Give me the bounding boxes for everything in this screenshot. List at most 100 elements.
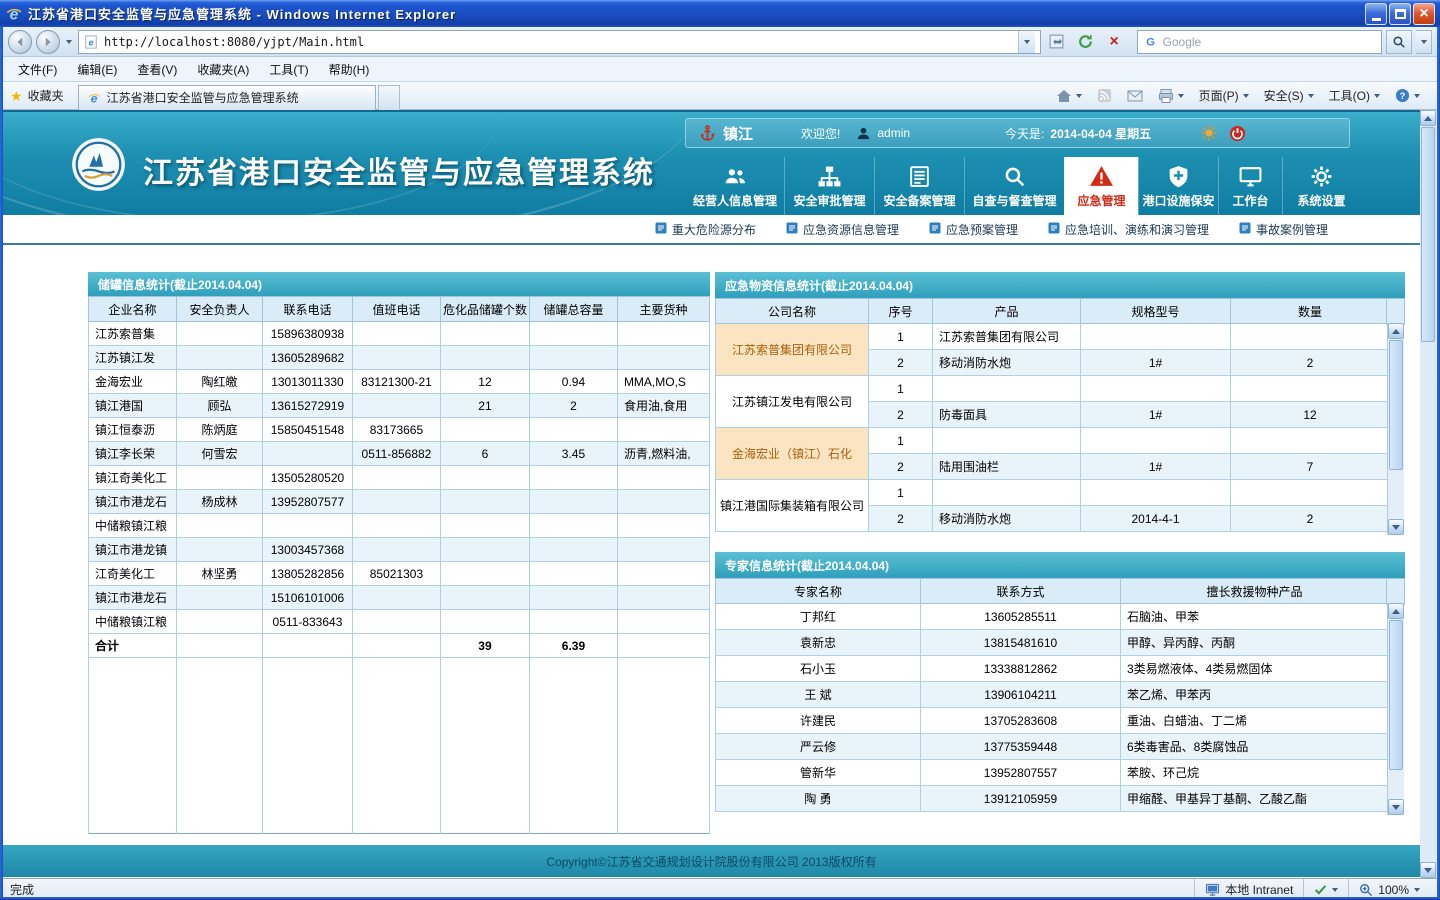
stop-button[interactable]: × [1102, 30, 1127, 54]
table-cell [440, 514, 529, 538]
table-row[interactable]: 镇江港国际集装箱有限公司1 [716, 480, 1390, 506]
page-menu-button[interactable]: 页面(P) [1193, 84, 1255, 107]
menu-item-5[interactable]: 工具(T) [259, 57, 318, 82]
zone-label: 本地 Intranet [1225, 881, 1293, 898]
scroll-up-button[interactable] [1388, 603, 1404, 619]
back-button[interactable] [8, 30, 32, 54]
scroll-up-button[interactable] [1420, 110, 1436, 126]
scroll-down-button[interactable] [1388, 799, 1404, 815]
table-row[interactable]: 王 斌13906104211苯乙烯、甲苯丙 [716, 682, 1389, 708]
scroll-thumb[interactable] [1389, 620, 1403, 770]
search-options-dropdown[interactable] [1416, 30, 1432, 54]
table-row[interactable]: 金海宏业（镇江）石化1 [716, 428, 1390, 454]
table-row[interactable]: 镇江港国顾弘13615272919212食用油,食用 [89, 394, 710, 418]
table-row[interactable]: 袁新忠13815481610甲醇、异丙醇、丙酮 [716, 630, 1389, 656]
scroll-down-button[interactable] [1420, 862, 1436, 878]
help-button[interactable]: ? [1389, 85, 1426, 106]
table-row[interactable]: 中储粮镇江粮 [89, 514, 710, 538]
scroll-down-button[interactable] [1388, 519, 1404, 535]
subnav-item-1[interactable]: 重大危险源分布 [655, 221, 756, 238]
computer-icon [1205, 882, 1220, 897]
table-row[interactable]: 镇江恒泰沥陈炳庭1585045154883173665 [89, 418, 710, 442]
scroll-up-button[interactable] [1388, 323, 1404, 339]
compatibility-button[interactable] [1045, 30, 1070, 54]
safety-menu-button[interactable]: 安全(S) [1258, 84, 1320, 107]
company-cell: 镇江港国际集装箱有限公司 [716, 480, 869, 532]
table-row[interactable]: 江苏镇江发13605289682 [89, 346, 710, 370]
home-button[interactable] [1050, 85, 1088, 107]
nav-item-4[interactable]: 自查与督查管理 [964, 157, 1064, 215]
address-input[interactable]: e http://localhost:8080/yjpt/Main.html [78, 30, 1041, 54]
table-row[interactable]: 管新华13952807557苯胺、环己烷 [716, 760, 1389, 786]
magnifier-icon [1002, 164, 1027, 189]
table-row[interactable]: 镇江市港龙镇13003457368 [89, 538, 710, 562]
column-header: 公司名称 [716, 299, 869, 324]
forward-button[interactable] [36, 30, 60, 54]
menu-item-1[interactable]: 文件(F) [8, 57, 67, 82]
svg-text:e: e [90, 91, 97, 105]
refresh-button[interactable] [1073, 30, 1098, 54]
scroll-thumb[interactable] [1421, 127, 1435, 342]
nav-item-5[interactable]: 应急管理 [1064, 157, 1138, 215]
menu-item-2[interactable]: 编辑(E) [67, 57, 127, 82]
table-row[interactable]: 合计396.39 [89, 634, 710, 658]
close-button[interactable]: × [1413, 3, 1435, 25]
window-frame [0, 27, 3, 900]
address-dropdown[interactable] [1018, 31, 1035, 53]
subnav-item-4[interactable]: 应急培训、演练和演习管理 [1048, 221, 1209, 238]
shield-icon [1166, 164, 1191, 189]
nav-item-8[interactable]: 系统设置 [1282, 157, 1360, 215]
minimize-button[interactable] [1365, 3, 1387, 25]
subnav-item-3[interactable]: 应急预案管理 [929, 221, 1018, 238]
specialty-cell: 甲醇、异丙醇、丙酮 [1121, 630, 1389, 656]
print-button[interactable] [1152, 85, 1190, 107]
table-row[interactable]: 江苏索普集团有限公司1江苏索普集团有限公司 [716, 324, 1390, 350]
table-row[interactable]: 镇江奇美化工13505280520 [89, 466, 710, 490]
table-row[interactable]: 镇江市港龙石杨成林13952807577 [89, 490, 710, 514]
nav-item-3[interactable]: 安全备案管理 [874, 157, 964, 215]
menu-item-4[interactable]: 收藏夹(A) [187, 57, 259, 82]
table-row[interactable]: 中储粮镇江粮0511-833643 [89, 610, 710, 634]
search-button[interactable] [1386, 30, 1413, 54]
theme-icon[interactable] [1201, 125, 1217, 141]
table-row[interactable]: 陶 勇13912105959甲缩醛、甲基异丁基酮、乙酸乙酯 [716, 786, 1389, 812]
scroll-thumb[interactable] [1389, 340, 1403, 470]
subnav-item-2[interactable]: 应急资源信息管理 [786, 221, 899, 238]
column-header: 安全负责人 [176, 297, 262, 322]
nav-item-7[interactable]: 工作台 [1218, 157, 1282, 215]
page-scrollbar[interactable] [1420, 110, 1437, 878]
history-dropdown[interactable] [66, 40, 72, 44]
search-input[interactable]: G Google [1137, 30, 1382, 54]
table-row[interactable]: 镇江市港龙石15106101006 [89, 586, 710, 610]
table-row[interactable]: 江苏镇江发电有限公司1 [716, 376, 1390, 402]
nav-item-2[interactable]: 安全审批管理 [784, 157, 874, 215]
column-header: 企业名称 [89, 297, 177, 322]
favorites-button[interactable]: ★收藏夹 [0, 87, 74, 104]
tools-menu-button[interactable]: 工具(O) [1323, 84, 1386, 107]
mail-button[interactable] [1121, 85, 1149, 107]
browser-tab[interactable]: e 江苏省港口安全监管与应急管理系统 [78, 85, 376, 110]
table-row[interactable]: 严云修137753594486类毒害品、8类腐蚀品 [716, 734, 1389, 760]
logout-icon[interactable] [1229, 125, 1246, 142]
nav-item-6[interactable]: 港口设施保安 [1138, 157, 1218, 215]
table-row[interactable]: 江苏索普集15896380938 [89, 322, 710, 346]
menu-item-3[interactable]: 查看(V) [127, 57, 187, 82]
anchor-icon [698, 124, 717, 143]
supplies-scrollbar[interactable] [1387, 323, 1404, 535]
column-header: 联系电话 [262, 297, 352, 322]
phone-cell: 13815481610 [921, 630, 1121, 656]
table-row[interactable]: 江奇美化工林坚勇1380528285685021303 [89, 562, 710, 586]
expert-name-cell: 陶 勇 [716, 786, 921, 812]
table-row[interactable]: 石小玉133388128623类易燃液体、4类易燃固体 [716, 656, 1389, 682]
table-row[interactable]: 镇江李长荣何雪宏0511-85688263.45沥青,燃料油, [89, 442, 710, 466]
table-row[interactable]: 许建民13705283608重油、白蜡油、丁二烯 [716, 708, 1389, 734]
feeds-button[interactable] [1091, 85, 1118, 106]
subnav-item-5[interactable]: 事故案例管理 [1239, 221, 1328, 238]
table-row[interactable]: 金海宏业陶红皦1301301133083121300-21120.94MMA,M… [89, 370, 710, 394]
menu-item-6[interactable]: 帮助(H) [319, 57, 380, 82]
nav-item-1[interactable]: 经营人信息管理 [686, 157, 784, 215]
maximize-button[interactable] [1389, 3, 1411, 25]
table-row[interactable]: 丁邦红13605285511石脑油、甲苯 [716, 604, 1389, 630]
experts-scrollbar[interactable] [1387, 603, 1404, 815]
new-tab-button[interactable] [378, 85, 400, 110]
